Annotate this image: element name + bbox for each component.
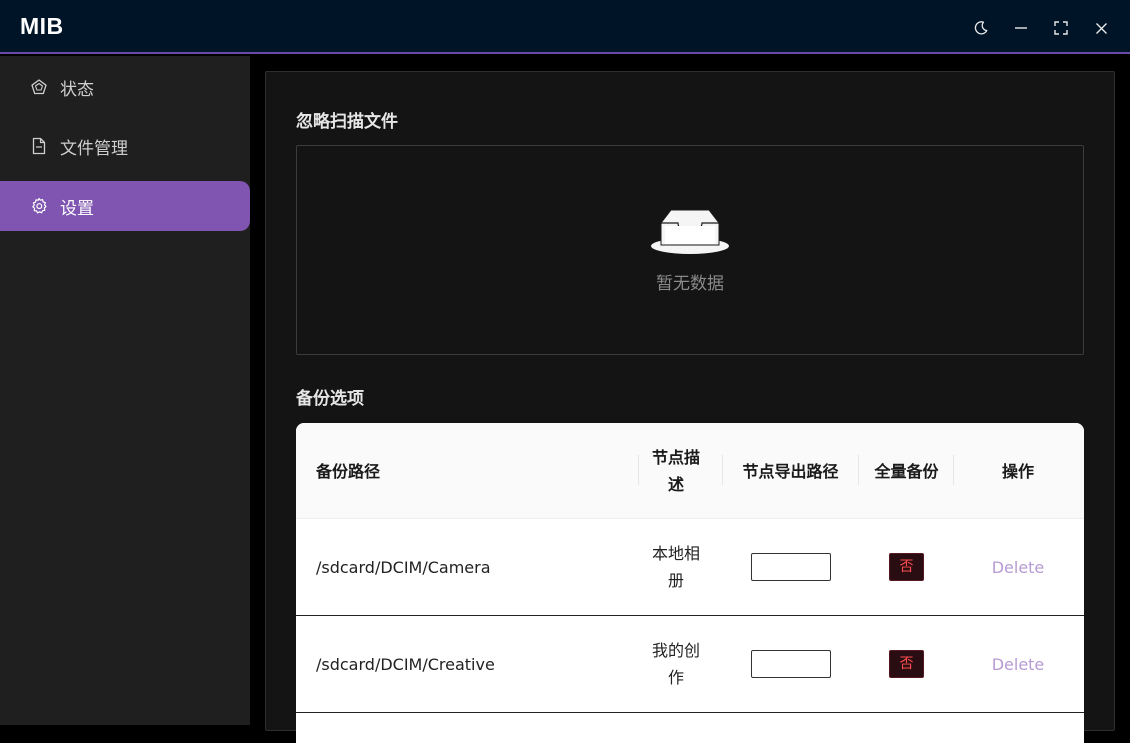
empty-state-text: 暂无数据 (656, 274, 724, 294)
file-icon (30, 137, 48, 155)
delete-link[interactable]: Delete (992, 651, 1045, 678)
sidebar-item-file-management[interactable]: 文件管理 (0, 121, 250, 171)
close-button[interactable] (1091, 18, 1111, 38)
ignore-section-title: 忽略扫描文件 (296, 112, 398, 132)
sidebar-item-settings[interactable]: 设置 (0, 181, 250, 231)
dashboard-icon (30, 78, 48, 96)
sidebar-item-label: 状态 (60, 79, 94, 100)
app-title: MIB (20, 13, 64, 39)
table-header: 备份路径 节点描述 节点导出路径 全量备份 操作 (296, 423, 1084, 519)
backup-options-table: 备份路径 节点描述 节点导出路径 全量备份 操作 /sdcard/DCIM/Ca… (296, 423, 1084, 743)
export-path-input[interactable] (750, 553, 831, 581)
sidebar: 状态 文件管理 设置 (0, 56, 250, 725)
column-header-desc: 节点描述 (651, 448, 700, 494)
backup-path-cell: /sdcard/DCIM/Creative (316, 654, 495, 674)
node-desc-cell: 本地相册 (651, 544, 700, 590)
sidebar-item-label: 文件管理 (60, 138, 128, 159)
full-backup-cell: 否 (874, 519, 939, 615)
table-row: /sdcard/DCIM/Camera 本地相册 否 Delete (296, 519, 1084, 616)
column-divider (722, 455, 723, 485)
sidebar-item-status[interactable]: 状态 (0, 62, 250, 112)
fullscreen-button[interactable] (1051, 18, 1071, 38)
title-bar: MIB (0, 0, 1130, 54)
delete-link[interactable]: Delete (992, 554, 1045, 581)
fullscreen-icon (1054, 21, 1068, 35)
column-divider (638, 455, 639, 485)
column-divider (953, 455, 954, 485)
action-cell: Delete (968, 616, 1068, 712)
moon-icon (974, 21, 988, 35)
column-divider (858, 455, 859, 485)
full-backup-toggle[interactable]: 否 (889, 650, 924, 678)
column-header-path: 备份路径 (316, 461, 381, 481)
column-header-full-backup: 全量备份 (874, 461, 939, 481)
column-header-export-path: 节点导出路径 (742, 461, 839, 481)
gear-icon (30, 197, 48, 215)
empty-inbox-icon (649, 204, 731, 260)
minimize-button[interactable] (1011, 18, 1031, 38)
minimize-icon (1015, 27, 1027, 29)
ignore-file-list: 暂无数据 (296, 145, 1084, 355)
full-backup-cell: 否 (874, 616, 939, 712)
export-path-cell (738, 519, 843, 615)
close-icon (1095, 22, 1107, 34)
full-backup-toggle[interactable]: 否 (889, 553, 924, 581)
node-desc-cell: 我的创作 (651, 641, 700, 687)
column-header-action: 操作 (1001, 461, 1034, 481)
export-path-cell (738, 616, 843, 712)
theme-toggle-button[interactable] (971, 18, 991, 38)
action-cell: Delete (968, 519, 1068, 615)
sidebar-item-label: 设置 (60, 198, 94, 219)
table-row: /sdcard/DCIM/Creative 我的创作 否 Delete (296, 616, 1084, 713)
backup-section-title: 备份选项 (296, 389, 364, 409)
backup-path-cell: /sdcard/DCIM/Camera (316, 557, 491, 577)
export-path-input[interactable] (750, 650, 831, 678)
